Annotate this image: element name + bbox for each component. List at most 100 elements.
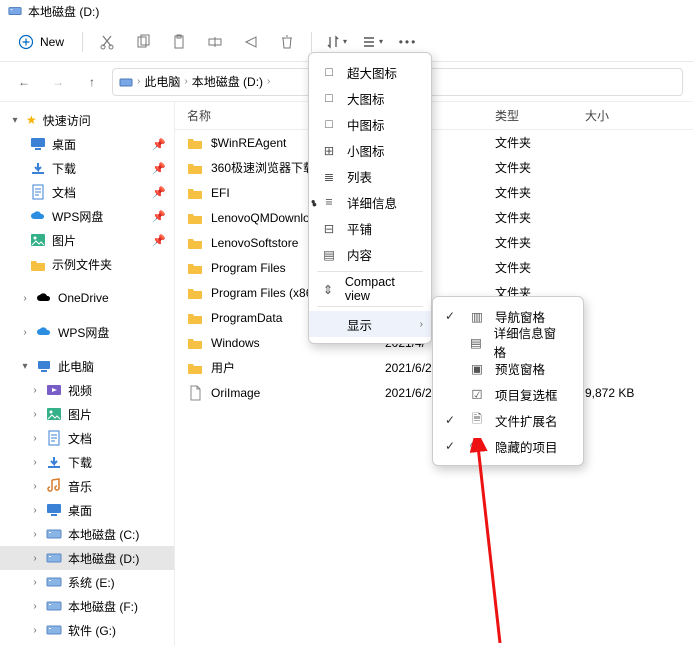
share-button[interactable] — [235, 26, 267, 58]
menu-item-view[interactable]: ⊟平铺 — [309, 215, 431, 241]
sidebar-quick-access[interactable]: ▾ ★ 快速访问 — [0, 108, 174, 132]
sidebar-item-label: 软件 (G:) — [68, 622, 116, 639]
file-name: 360极速浏览器下载 — [211, 159, 315, 176]
sidebar-onedrive[interactable]: › OneDrive — [0, 286, 174, 310]
pin-icon: 📌 — [152, 210, 166, 223]
menu-item-view[interactable]: □中图标 — [309, 111, 431, 137]
sidebar-label: OneDrive — [58, 291, 109, 305]
cut-button[interactable] — [91, 26, 123, 58]
sidebar-item[interactable]: › 系统 (E:) — [0, 570, 174, 594]
file-icon — [187, 385, 203, 401]
new-button[interactable]: New — [8, 30, 74, 54]
ext-icon: 🗎 — [469, 410, 485, 431]
sidebar-item[interactable]: ›图片 — [0, 402, 174, 426]
file-name: OriImage — [211, 386, 260, 400]
file-type: 文件夹 — [495, 134, 585, 151]
details-icon: ▤ — [468, 335, 483, 350]
sidebar-item-label: 系统 (E:) — [68, 574, 115, 591]
delete-button[interactable] — [271, 26, 303, 58]
pin-icon: 📌 — [152, 162, 166, 175]
col-size[interactable]: 大小 — [585, 107, 693, 124]
check-icon: ✓ — [445, 413, 459, 427]
sidebar-item[interactable]: ›本地磁盘 (F:) — [0, 594, 174, 618]
forward-button[interactable]: → — [44, 75, 72, 89]
sidebar-item[interactable]: 桌面📌 — [0, 132, 174, 156]
view-menu: □超大图标□大图标□中图标⊞小图标≣列表•≡详细信息•⊟平铺▤内容 ⇕ Comp… — [308, 52, 432, 344]
menu-item-show[interactable]: ☑项目复选框 — [433, 381, 583, 407]
menu-item-view[interactable]: ≣列表 — [309, 163, 431, 189]
sidebar-wps[interactable]: › WPS网盘 — [0, 320, 174, 344]
sidebar-item[interactable]: 示例文件夹 — [0, 252, 174, 276]
sidebar-item-label: 桌面 — [52, 136, 76, 153]
star-icon: ★ — [26, 113, 37, 127]
menu-label: 内容 — [347, 245, 372, 264]
menu-item-view[interactable]: ▤内容 — [309, 241, 431, 267]
menu-item-show[interactable]: ▤详细信息窗格 — [433, 329, 583, 355]
sidebar-item[interactable]: ›本地磁盘 (D:) — [0, 546, 174, 570]
sidebar-item[interactable]: 文档📌 — [0, 180, 174, 204]
menu-item-show[interactable]: ▣预览窗格 — [433, 355, 583, 381]
crumb-folder[interactable]: 本地磁盘 (D:) — [192, 73, 263, 90]
menu-separator — [317, 271, 423, 272]
file-row[interactable]: LenovoSoftstore6 23:31文件夹 — [175, 230, 693, 255]
up-button[interactable]: ↑ — [78, 75, 106, 89]
sidebar-item-label: 视频 — [68, 382, 92, 399]
file-row[interactable]: LenovoQMDownload6 19:40文件夹 — [175, 205, 693, 230]
monitor-icon — [46, 502, 62, 518]
file-row[interactable]: Program Files2:41文件夹 — [175, 255, 693, 280]
sidebar-item[interactable]: 下载📌 — [0, 156, 174, 180]
compact-icon: ⇕ — [321, 282, 335, 297]
sidebar-item[interactable]: ›软件 (G:) — [0, 618, 174, 642]
menu-show[interactable]: 显示 › — [309, 311, 431, 337]
menu-item-view[interactable]: •≡详细信息• — [309, 189, 431, 215]
back-button[interactable]: ← — [10, 75, 38, 89]
sidebar-item[interactable]: › 视频 — [0, 378, 174, 402]
sidebar-item[interactable]: ›音乐 — [0, 474, 174, 498]
chevron-right-icon: › — [30, 385, 40, 396]
copy-button[interactable] — [127, 26, 159, 58]
disk-icon — [46, 574, 62, 590]
sidebar-label: 快速访问 — [43, 112, 91, 129]
rename-button[interactable] — [199, 26, 231, 58]
menu-item-view[interactable]: □超大图标 — [309, 59, 431, 85]
sidebar-item[interactable]: 图片📌 — [0, 228, 174, 252]
pc-icon — [36, 359, 52, 373]
menu-label: 隐藏的项目 — [495, 437, 558, 456]
folder-icon — [187, 285, 203, 301]
menu-compact-view[interactable]: ⇕ Compact view — [309, 276, 431, 302]
view-glyph-icon: ⊟ — [321, 221, 337, 236]
sidebar-item-label: 下载 — [68, 454, 92, 471]
sidebar-item[interactable]: ›桌面 — [0, 498, 174, 522]
sidebar-item[interactable]: ›本地磁盘 (C:) — [0, 522, 174, 546]
chevron-right-icon: › — [30, 577, 40, 588]
sidebar-item[interactable]: ›文档 — [0, 426, 174, 450]
preview-icon: ▣ — [469, 361, 485, 376]
folder-icon — [187, 360, 203, 376]
sidebar-label: 此电脑 — [58, 358, 94, 375]
sidebar-item[interactable]: WPS网盘📌 — [0, 204, 174, 228]
titlebar: 本地磁盘 (D:) — [0, 0, 693, 22]
file-row[interactable]: $WinREAgent2:15文件夹 — [175, 130, 693, 155]
menu-item-view[interactable]: ⊞小图标 — [309, 137, 431, 163]
paste-button[interactable] — [163, 26, 195, 58]
col-type[interactable]: 类型 — [495, 107, 585, 124]
sidebar-this-pc[interactable]: ▾ 此电脑 — [0, 354, 174, 378]
sidebar-label: WPS网盘 — [58, 324, 109, 341]
disk-icon — [119, 75, 133, 89]
menu-label: 超大图标 — [347, 63, 397, 82]
sidebar-item-label: 本地磁盘 (D:) — [68, 550, 139, 567]
menu-item-show[interactable]: ✓🗎文件扩展名 — [433, 407, 583, 433]
sidebar-item[interactable]: ›下载 — [0, 450, 174, 474]
view-glyph-icon: ≡ — [321, 195, 337, 209]
disk-icon — [46, 526, 62, 542]
menu-item-show[interactable]: ✓👁隐藏的项目 — [433, 433, 583, 459]
menu-item-view[interactable]: □大图标 — [309, 85, 431, 111]
divider — [311, 32, 312, 52]
file-row[interactable]: EFI6 17:18文件夹 — [175, 180, 693, 205]
folder-icon — [187, 160, 203, 176]
folder-icon — [187, 185, 203, 201]
file-row[interactable]: 360极速浏览器下载3 17:26文件夹 — [175, 155, 693, 180]
music-icon — [46, 478, 62, 494]
file-name: EFI — [211, 186, 230, 200]
crumb-root[interactable]: 此电脑 — [144, 73, 180, 90]
